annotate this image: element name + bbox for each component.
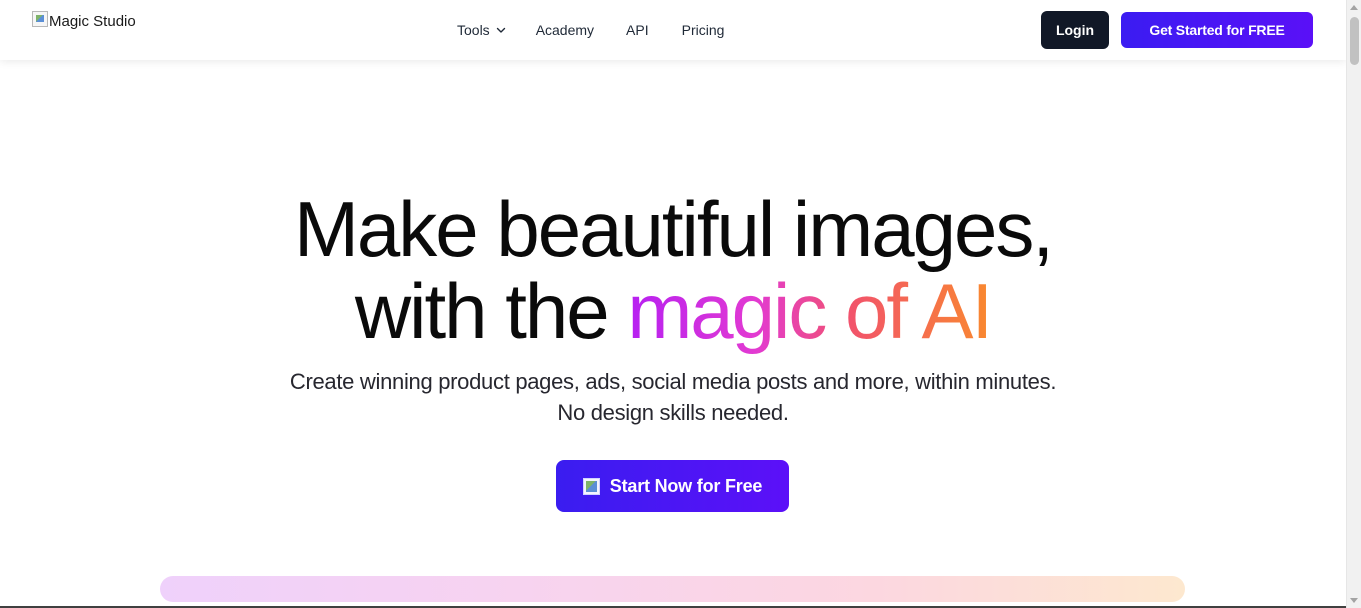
broken-image-icon — [32, 11, 48, 27]
scroll-down-arrow-icon[interactable] — [1350, 598, 1358, 603]
scrollbar-thumb[interactable] — [1350, 17, 1359, 65]
page: Magic Studio Tools Academy API Pricing L… — [0, 0, 1346, 608]
hero-subtitle-line1: Create winning product pages, ads, socia… — [289, 369, 1057, 394]
login-button[interactable]: Login — [1041, 11, 1109, 49]
hero-title-line1: Make beautiful images, — [293, 185, 1054, 273]
gradient-preview-strip — [160, 576, 1185, 602]
hero-title-gradient: magic of AI — [627, 267, 993, 355]
nav-tools[interactable]: Tools — [457, 22, 506, 38]
get-started-button[interactable]: Get Started for FREE — [1121, 12, 1313, 48]
start-now-label: Start Now for Free — [609, 475, 763, 496]
nav-api[interactable]: API — [626, 22, 649, 38]
hero-subtitle-line2: No design skills needed. — [557, 400, 789, 425]
site-header: Magic Studio Tools Academy API Pricing L… — [0, 0, 1346, 60]
start-now-button[interactable]: Start Now for Free — [556, 460, 789, 512]
nav-academy[interactable]: Academy — [536, 22, 594, 38]
broken-image-icon — [582, 477, 600, 495]
vertical-scrollbar[interactable] — [1346, 0, 1361, 608]
chevron-down-icon — [496, 25, 506, 35]
hero-title: Make beautiful images, with the magic of… — [0, 188, 1346, 352]
scroll-up-arrow-icon[interactable] — [1350, 5, 1358, 10]
main-nav: Tools Academy API Pricing — [457, 0, 724, 60]
logo[interactable]: Magic Studio — [32, 11, 136, 33]
logo-alt-text: Magic Studio — [49, 13, 136, 30]
hero-title-line2: with the magic of AI — [0, 270, 1346, 352]
hero-title-plain: with the — [354, 267, 628, 355]
nav-tools-label: Tools — [457, 22, 490, 38]
hero-subtitle: Create winning product pages, ads, socia… — [0, 366, 1346, 428]
nav-pricing[interactable]: Pricing — [682, 22, 725, 38]
